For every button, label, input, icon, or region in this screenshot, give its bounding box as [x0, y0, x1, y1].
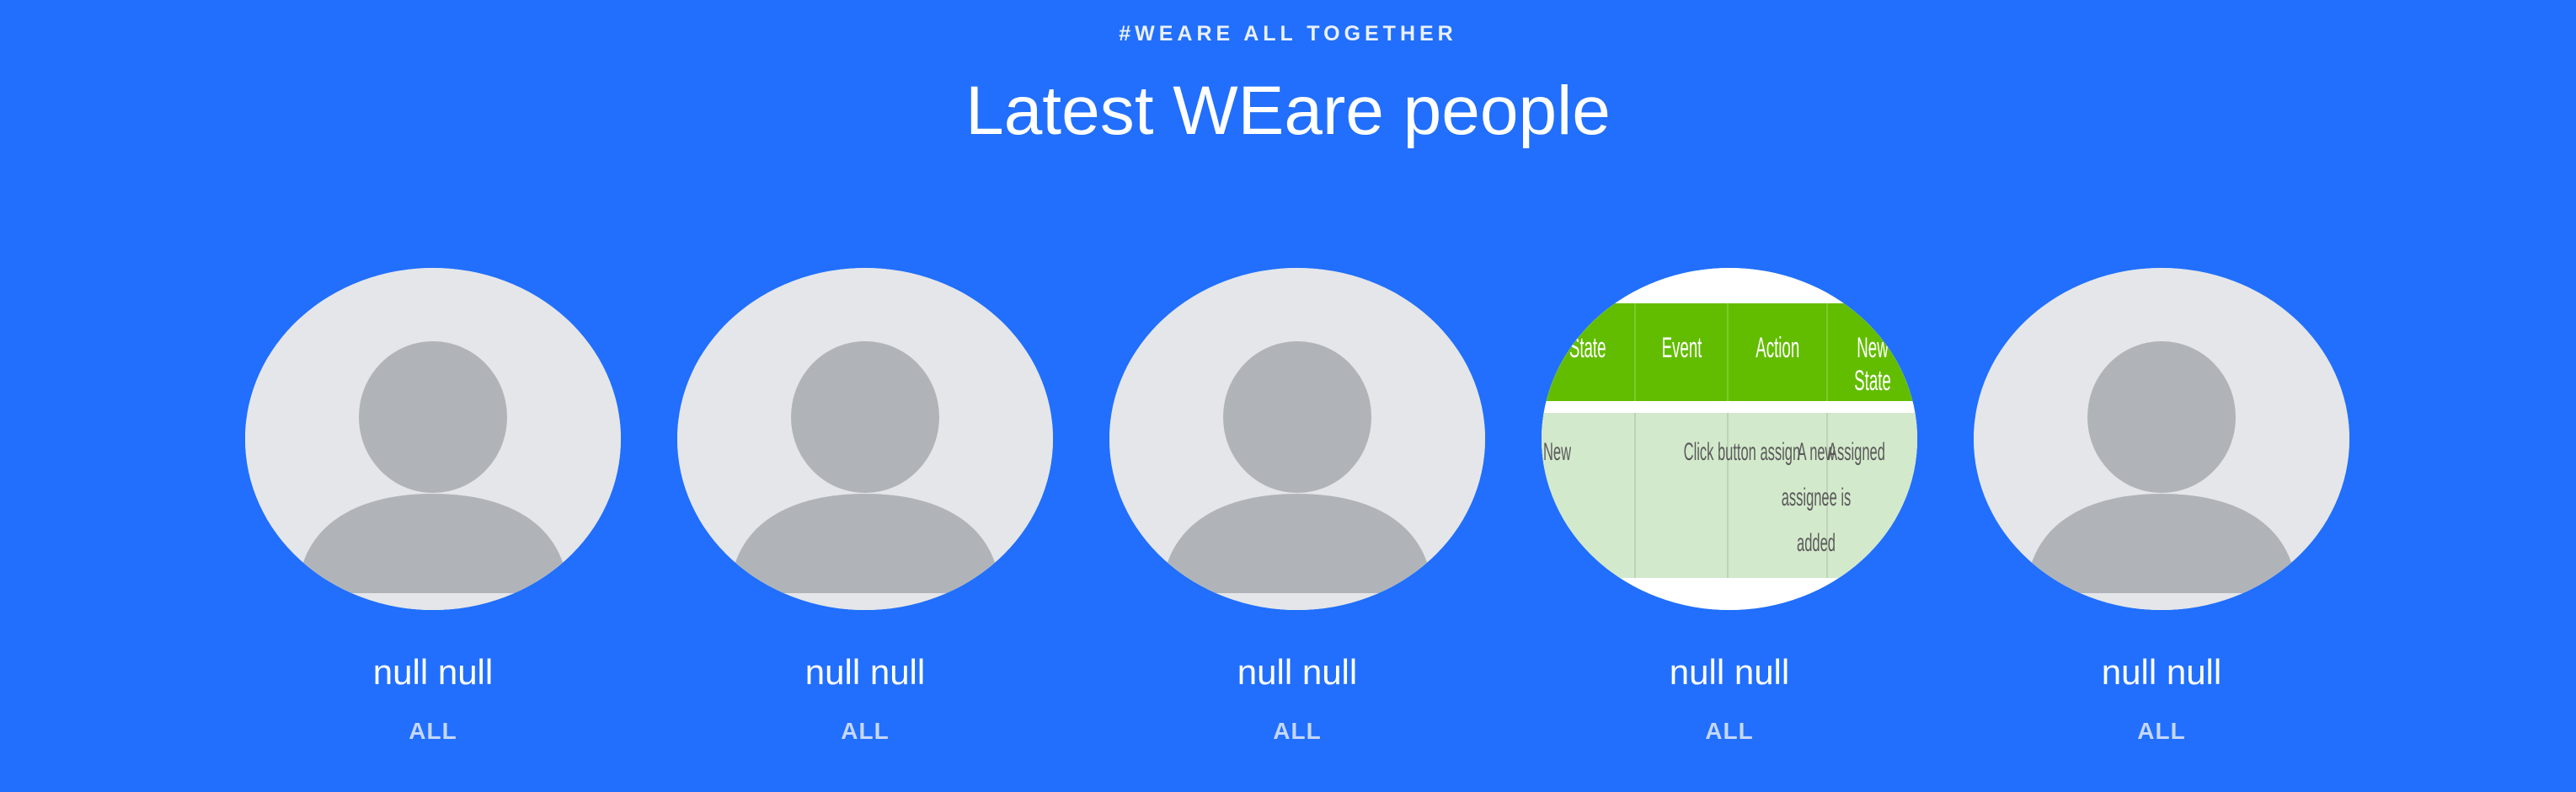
table-header-row: State Event Action New State [1542, 303, 1917, 401]
person-card[interactable]: null null ALL [1109, 268, 1485, 773]
avatar[interactable]: State Event Action New State New Click b… [1542, 268, 1917, 610]
person-name[interactable]: null null [677, 652, 1053, 693]
default-avatar-icon [245, 268, 621, 610]
default-avatar-icon [1974, 268, 2349, 610]
section-title: Latest WEare people [965, 72, 1611, 149]
table-header-cell: Action [1729, 303, 1828, 401]
person-card[interactable]: null null ALL [1974, 268, 2349, 773]
table-body-row: New Click button assign A new assignee i… [1542, 413, 1917, 578]
person-role: ALL [2137, 718, 2186, 744]
avatar[interactable] [1974, 268, 2349, 610]
person-name[interactable]: null null [245, 652, 621, 693]
person-role: ALL [1705, 718, 1754, 744]
avatar[interactable] [1109, 268, 1485, 610]
table-cell: Click button assign [1636, 413, 1800, 578]
default-avatar-icon [677, 268, 1053, 610]
person-card[interactable]: null null ALL [245, 268, 621, 773]
table-header-cell: State [1542, 303, 1636, 401]
eyebrow-text: #WEARE ALL TOGETHER [1119, 22, 1457, 45]
default-avatar-icon [1109, 268, 1485, 610]
table-image: State Event Action New State New Click b… [1542, 268, 1917, 610]
person-role: ALL [409, 718, 457, 744]
avatar[interactable] [245, 268, 621, 610]
person-role: ALL [841, 718, 890, 744]
person-name[interactable]: null null [1109, 652, 1485, 693]
avatar[interactable] [677, 268, 1053, 610]
person-card[interactable]: null null ALL [677, 268, 1053, 773]
table-header-cell: Event [1636, 303, 1729, 401]
table-cell: New [1542, 413, 1636, 578]
person-name[interactable]: null null [1542, 652, 1917, 693]
person-name[interactable]: null null [1974, 652, 2349, 693]
person-role: ALL [1273, 718, 1322, 744]
table-header-cell: New State [1854, 332, 1891, 397]
person-card[interactable]: State Event Action New State New Click b… [1542, 268, 1917, 773]
